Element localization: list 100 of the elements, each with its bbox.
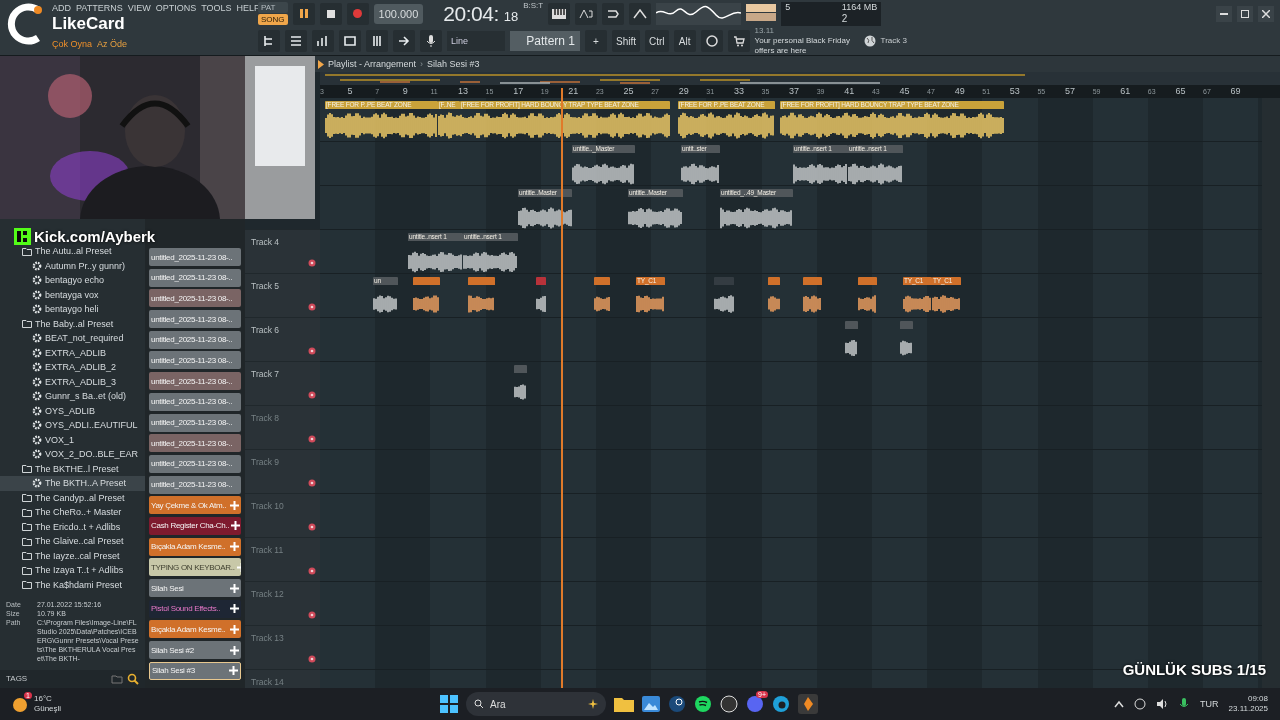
temperature: 16°C xyxy=(34,694,53,704)
song-time-ticks: 18 xyxy=(503,9,519,24)
tempo-field[interactable]: 100.000 xyxy=(373,3,424,24)
browser-item[interactable]: bentagyo echo xyxy=(0,273,145,288)
channel-button[interactable]: untitled_2025-11-23 08-.. xyxy=(149,413,241,432)
channel-button[interactable]: untitled_2025-11-23 08-.. xyxy=(149,475,241,494)
track-hint: Track 3 xyxy=(880,36,907,46)
channel-button[interactable]: Cash Register Cha-Ch.. xyxy=(149,516,241,535)
track-header[interactable]: Track 4 xyxy=(245,230,320,274)
channel-button[interactable]: untitled_2025-11-23 08-.. xyxy=(149,372,241,391)
browser-item[interactable]: The CheRo..+ Master xyxy=(0,505,145,520)
song-time: 20:04: xyxy=(443,1,499,26)
channel-button[interactable]: untitled_2025-11-23 08-.. xyxy=(149,392,241,411)
browser-item[interactable]: The Ka$hdami Preset xyxy=(0,577,145,592)
bar-number: 21 xyxy=(568,85,580,98)
menu-item[interactable]: PATTERNS xyxy=(76,2,123,14)
channel-button[interactable]: untitled_2025-11-23 08-.. xyxy=(149,248,241,266)
add-pattern-button[interactable]: + xyxy=(585,30,607,52)
language-indicator[interactable]: TUR xyxy=(1200,698,1219,710)
tags-label: TAGS xyxy=(6,674,28,684)
browser-item[interactable]: VOX_1 xyxy=(0,432,145,447)
menu-item[interactable]: TOOLS xyxy=(201,2,232,14)
channel-button[interactable]: Silah Sesi xyxy=(149,579,241,597)
bar-number: 65 xyxy=(1175,85,1187,98)
bar-number: 37 xyxy=(789,85,801,98)
channel-button[interactable]: Pistol Sound Effects.. xyxy=(149,599,241,618)
clock-date[interactable]: 23.11.2025 xyxy=(1228,704,1268,714)
track-header[interactable]: Track 6 xyxy=(245,318,320,362)
playlist-pattern: Silah Sesi #3 xyxy=(427,58,480,70)
channel-button[interactable]: untitled_2025-11-23 08-.. xyxy=(149,351,241,370)
bar-number: 13 xyxy=(457,85,469,98)
track-header[interactable]: Track 5 xyxy=(245,274,320,318)
modifier-key[interactable]: Shift xyxy=(612,30,640,52)
menu-item[interactable]: ADD xyxy=(52,2,71,14)
browser-item[interactable]: The Izaya T..t + Adlibs xyxy=(0,563,145,578)
bar-number: 41 xyxy=(844,85,856,98)
browser-item[interactable]: The BKTH..A Preset xyxy=(0,476,145,491)
playlist-title: Playlist - Arrangement xyxy=(328,58,417,70)
channel-button[interactable]: untitled_2025-11-23 08-.. xyxy=(149,310,241,329)
browser-item[interactable]: bentaygo heli xyxy=(0,302,145,317)
breadcrumb-separator: › xyxy=(420,58,424,70)
channel-button[interactable]: untitled_2025-11-23 08-.. xyxy=(149,330,241,349)
browser-item[interactable]: bentayga vox xyxy=(0,287,145,302)
bar-number: 57 xyxy=(1065,85,1077,98)
bar-number: 5 xyxy=(347,85,354,98)
browser-item[interactable]: OYS_ADLIB xyxy=(0,403,145,418)
channel-button[interactable]: TYPING ON KEYBOAR.. xyxy=(149,558,241,577)
track-name[interactable]: Track 5 xyxy=(251,281,280,291)
mode-toggle[interactable]: PAT xyxy=(258,2,288,13)
performance-panel: 5 1164 MB 2 xyxy=(781,1,882,26)
browser-item[interactable]: Gunnr_s Ba..et (old) xyxy=(0,389,145,404)
browser-item[interactable]: EXTRA_ADLIB_3 xyxy=(0,374,145,389)
bar-number: 53 xyxy=(1009,85,1021,98)
modifier-key[interactable]: Ctrl xyxy=(645,30,669,52)
browser-item[interactable]: EXTRA_ADLIB xyxy=(0,345,145,360)
browser-item[interactable]: The Ericdo..t + Adlibs xyxy=(0,519,145,534)
browser-item[interactable]: The BKTHE..l Preset xyxy=(0,461,145,476)
channel-button[interactable]: untitled_2025-11-23 08-.. xyxy=(149,268,241,287)
channel-button[interactable]: untitled_2025-11-23 08-.. xyxy=(149,434,241,453)
subscriber-goal: GÜNLÜK SUBS 1/15 xyxy=(1122,661,1266,678)
bar-number: 69 xyxy=(1230,85,1242,98)
track-name[interactable]: Track 4 xyxy=(251,237,280,247)
mode-toggle[interactable]: SONG xyxy=(258,14,288,25)
browser-item[interactable]: The Candyp..al Preset xyxy=(0,490,145,505)
news-message[interactable]: 13.11 Your personal Black Friday offers are here xyxy=(754,26,859,56)
channel-button[interactable]: Silah Sesi #3 xyxy=(149,661,241,680)
menu-item[interactable]: HELP xyxy=(236,2,261,14)
bar-number: 29 xyxy=(678,85,690,98)
bar-number: 49 xyxy=(954,85,966,98)
browser-item[interactable]: The Baby..al Preset xyxy=(0,316,145,331)
menu-item[interactable]: OPTIONS xyxy=(155,2,197,14)
bar-number: 9 xyxy=(402,85,409,98)
browser-item[interactable]: OYS_ADLI..EAUTIFUL xyxy=(0,418,145,433)
pattern-selector[interactable]: Pattern 1 xyxy=(510,31,580,51)
browser-item[interactable]: Autumn Pr..y gunnr) xyxy=(0,258,145,273)
browser-item[interactable]: EXTRA_ADLIB_2 xyxy=(0,360,145,375)
channel-button[interactable]: untitled_2025-11-23 08-.. xyxy=(149,289,241,308)
browser-item[interactable]: VOX_2_DO..BLE_EAR xyxy=(0,447,145,462)
browser-item[interactable]: BEAT_not_required xyxy=(0,331,145,346)
brand-slogan: Az Öde xyxy=(97,39,128,49)
browser-item[interactable]: The Autu..al Preset xyxy=(0,244,145,259)
bar-number: 61 xyxy=(1120,85,1132,98)
weather-text: Güneşli xyxy=(34,704,62,714)
time-unit: B:S:T xyxy=(523,1,544,10)
search-field[interactable]: Ara xyxy=(466,692,606,716)
clock-time[interactable]: 09:08 xyxy=(1247,694,1268,704)
menu-item[interactable]: VIEW xyxy=(127,2,151,14)
browser-item[interactable]: The Iayze..cal Preset xyxy=(0,548,145,563)
channel-button[interactable]: untitled_2025-11-23 08-.. xyxy=(149,454,241,473)
input-dropdown[interactable]: Line xyxy=(447,31,505,51)
browser-item[interactable]: The Glaive..cal Preset xyxy=(0,534,145,549)
bar-number: 17 xyxy=(513,85,525,98)
track-name[interactable]: Track 6 xyxy=(251,325,280,335)
bar-number: 25 xyxy=(623,85,635,98)
track-header[interactable]: Track 7 xyxy=(245,362,320,406)
modifier-key[interactable]: Alt xyxy=(673,30,696,52)
brand-slogan: Çok Oyna xyxy=(52,39,93,49)
channel-button[interactable]: Silah Sesi #2 xyxy=(149,641,241,660)
bar-number: 33 xyxy=(733,85,745,98)
track-name[interactable]: Track 7 xyxy=(251,369,280,379)
